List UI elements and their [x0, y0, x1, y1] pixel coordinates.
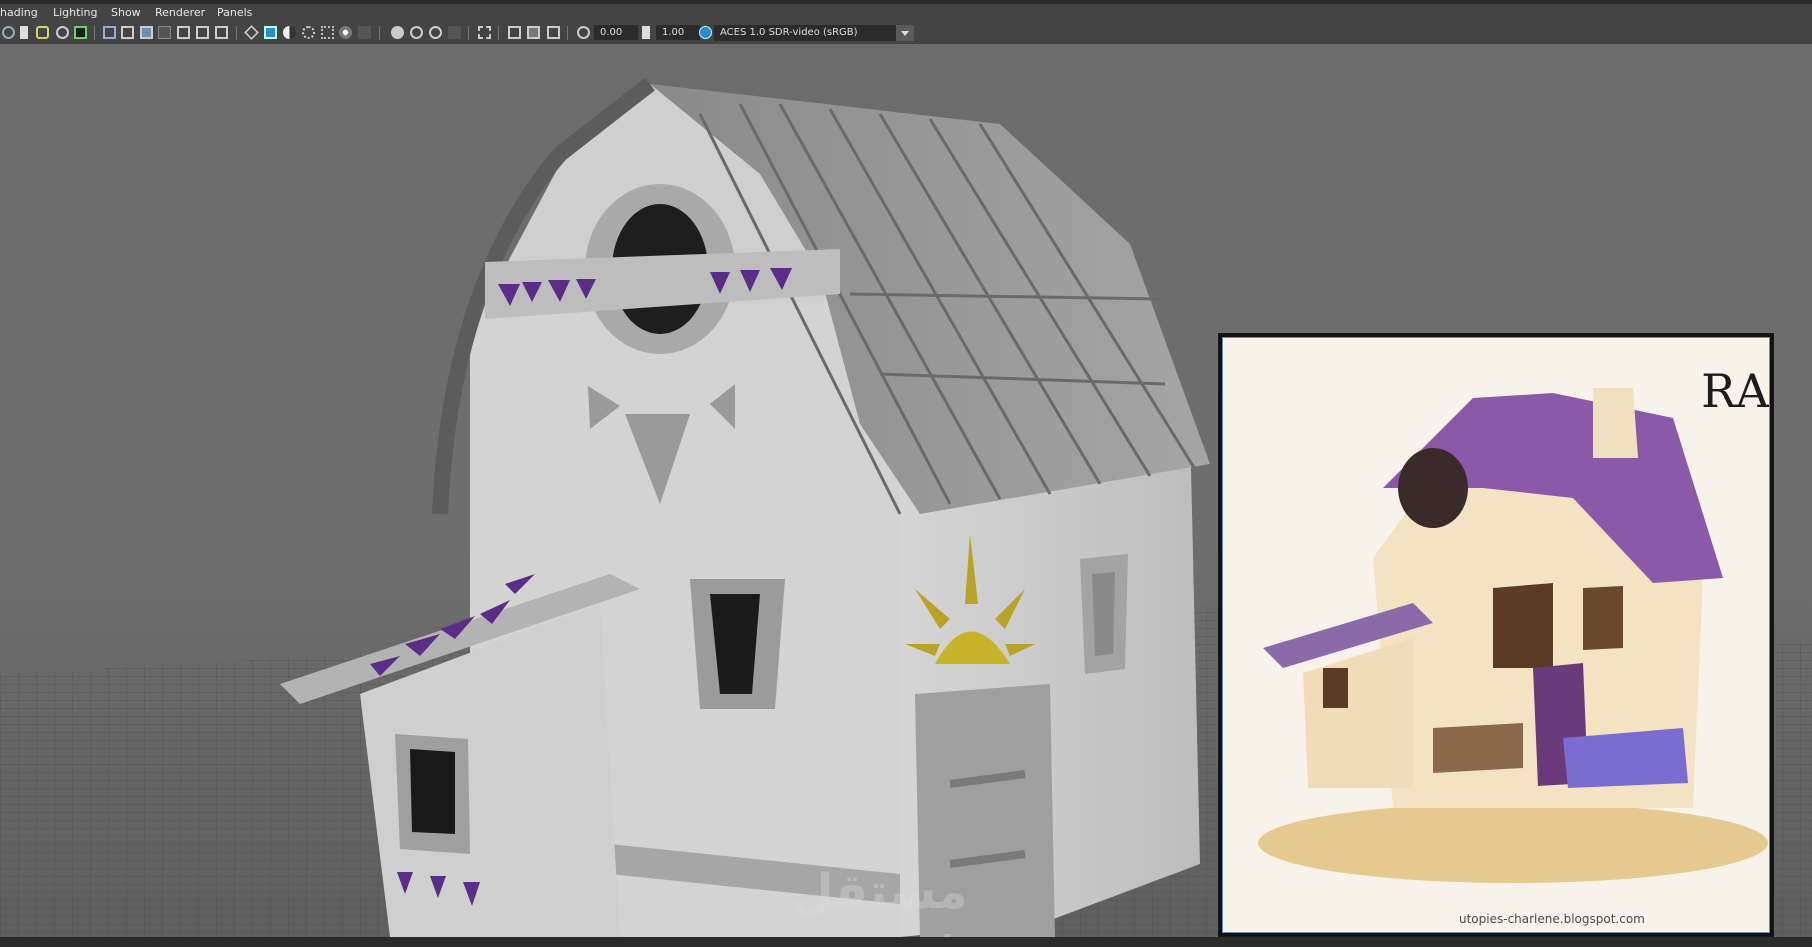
exposure-icon[interactable]: [577, 26, 590, 39]
field-chart-icon[interactable]: [177, 26, 190, 39]
xray-active-components-icon[interactable]: [527, 26, 540, 39]
menu-show[interactable]: Show: [111, 6, 141, 19]
safe-action-icon[interactable]: [196, 26, 209, 39]
watermark-latin: mostaql.com: [790, 929, 1051, 937]
wireframe-icon[interactable]: [244, 25, 259, 40]
camera-attributes-icon[interactable]: [2, 26, 15, 39]
menu-renderer[interactable]: Renderer: [155, 6, 205, 19]
xray-icon[interactable]: [508, 26, 521, 39]
film-gate-icon[interactable]: [121, 26, 134, 39]
gate-mask-icon[interactable]: [158, 26, 171, 39]
default-material-icon[interactable]: [283, 26, 296, 39]
grease-pencil-icon[interactable]: [74, 26, 87, 39]
depth-of-field-icon[interactable]: [448, 26, 461, 39]
reference-image: RA utopies-charlene.blogspot.com: [1222, 337, 1770, 933]
viewport-toolbar: 0.00 1.00 ACES 1.0 SDR-video (sRGB): [0, 22, 1812, 45]
chevron-down-icon: [901, 31, 909, 36]
light-icon[interactable]: [339, 26, 352, 39]
reference-image-plane[interactable]: RA utopies-charlene.blogspot.com: [1218, 333, 1774, 937]
textured-icon[interactable]: [302, 26, 315, 39]
smooth-shade-icon[interactable]: [264, 26, 277, 39]
reference-url: utopies-charlene.blogspot.com: [1459, 912, 1645, 926]
isolate-select-icon[interactable]: [478, 26, 491, 39]
view-transform-dropdown[interactable]: ACES 1.0 SDR-video (sRGB): [714, 25, 896, 41]
safe-title-icon[interactable]: [215, 26, 228, 39]
color-management-icon[interactable]: [699, 26, 712, 39]
exposure-field[interactable]: 0.00: [594, 25, 638, 40]
menu-lighting[interactable]: Lighting: [53, 6, 97, 19]
reference-concept-art: [1258, 388, 1768, 883]
bookmark-icon[interactable]: [20, 26, 28, 39]
gamma-icon[interactable]: [642, 26, 650, 39]
use-all-lights-icon[interactable]: [321, 26, 334, 39]
shadows-icon[interactable]: [358, 26, 371, 39]
side-window-glass: [1092, 572, 1115, 656]
bottom-bar: [0, 937, 1812, 947]
menu-shading[interactable]: hading: [0, 6, 38, 19]
motion-blur-icon[interactable]: [410, 26, 423, 39]
view-transform-dropdown-button[interactable]: [896, 25, 914, 41]
annex-window-opening: [410, 749, 455, 834]
anti-aliasing-icon[interactable]: [429, 26, 442, 39]
viewport-menubar: hading Lighting Show Renderer Panels: [0, 4, 1812, 23]
gamma-field[interactable]: 1.00: [656, 25, 700, 40]
menu-panels[interactable]: Panels: [217, 6, 252, 19]
watermark-arabic: مستقل: [792, 864, 968, 920]
reference-corner-text: RA: [1701, 364, 1769, 418]
screen-space-ao-icon[interactable]: [391, 26, 404, 39]
grid-icon[interactable]: [103, 26, 116, 39]
image-plane-icon[interactable]: [36, 26, 49, 39]
resolution-gate-icon[interactable]: [140, 26, 153, 39]
xray-joints-icon[interactable]: [547, 26, 560, 39]
viewport-3d[interactable]: مستقل mostaql.com persp RA utopies-charl…: [0, 44, 1812, 937]
two-d-pan-icon[interactable]: [56, 26, 69, 39]
